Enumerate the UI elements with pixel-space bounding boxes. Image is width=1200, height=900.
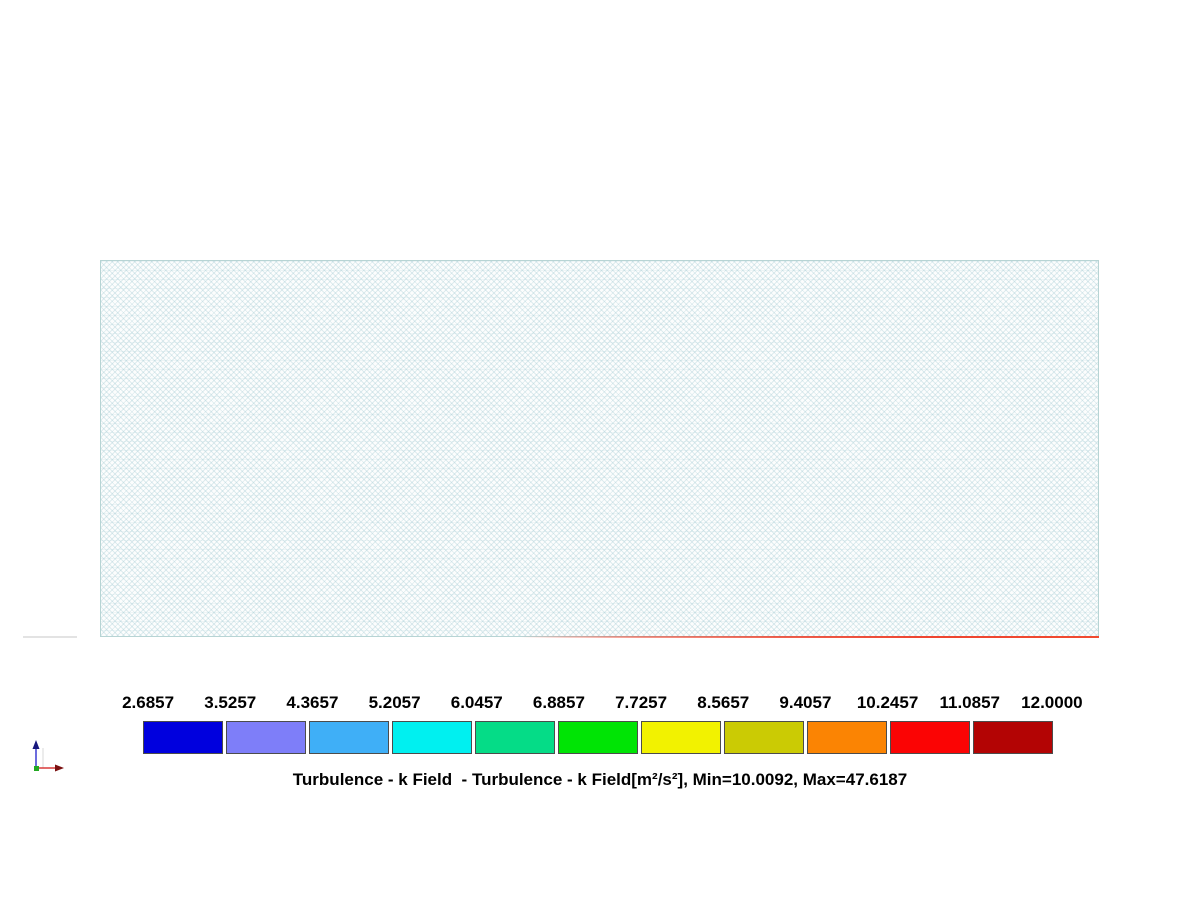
legend-tick-labels: 2.6857 3.5257 4.3657 5.2057 6.0457 6.885… [107, 693, 1093, 713]
legend-swatch [724, 721, 804, 754]
wall-segment [23, 636, 77, 638]
legend-swatch [890, 721, 970, 754]
legend-swatch [226, 721, 306, 754]
legend-tick-label: 8.5657 [697, 693, 750, 712]
legend-tick-label: 11.0857 [939, 693, 1000, 712]
legend-swatch [392, 721, 472, 754]
heated-wall-highlight [519, 636, 1099, 638]
legend-tick-label: 2.6857 [122, 693, 175, 712]
legend-swatch [475, 721, 555, 754]
legend-tick-label: 4.3657 [286, 693, 339, 712]
legend-tick-label: 9.4057 [779, 693, 832, 712]
legend-tick-label: 5.2057 [368, 693, 421, 712]
legend-swatch [309, 721, 389, 754]
triad-shadow [42, 748, 63, 769]
z-axis-arrow-icon [32, 740, 40, 768]
legend-tick-label: 6.8857 [532, 693, 585, 712]
legend-tick-label: 10.2457 [856, 693, 919, 712]
legend-swatch [973, 721, 1053, 754]
legend-tick-label: 6.0457 [450, 693, 503, 712]
render-viewport[interactable]: 2.6857 3.5257 4.3657 5.2057 6.0457 6.885… [0, 0, 1200, 900]
legend-tick-label: 7.7257 [615, 693, 668, 712]
legend-caption: Turbulence - k Field - Turbulence - k Fi… [292, 770, 908, 789]
legend-tick-label: 3.5257 [204, 693, 257, 712]
legend-swatch-bar [143, 721, 1053, 754]
legend-swatch [807, 721, 887, 754]
legend-tick-label: 12.0000 [1021, 693, 1083, 712]
mesh-domain [100, 260, 1099, 638]
legend-swatch [641, 721, 721, 754]
legend-swatch [143, 721, 223, 754]
legend-swatch [558, 721, 638, 754]
